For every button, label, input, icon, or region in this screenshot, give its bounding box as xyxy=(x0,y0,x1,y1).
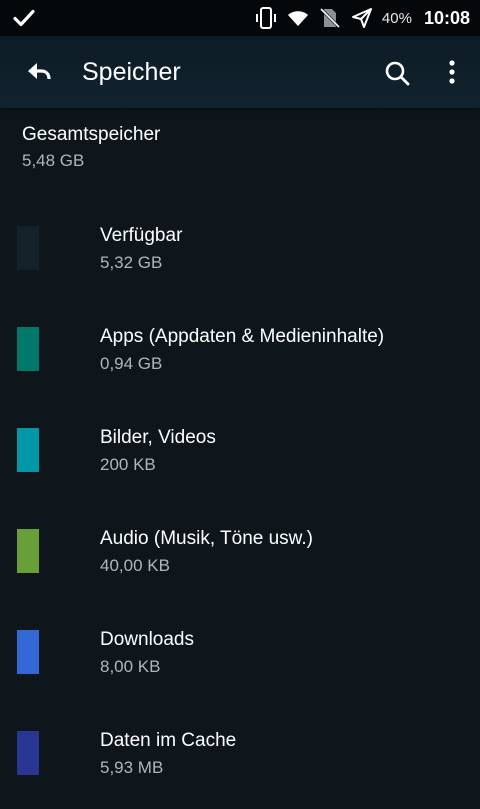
app-bar: Speicher xyxy=(0,36,480,108)
page-title: Speicher xyxy=(82,58,181,86)
category-size: 5,93 MB xyxy=(100,758,164,777)
total-storage: Gesamtspeicher 5,48 GB xyxy=(22,124,160,172)
back-arrow-icon[interactable] xyxy=(26,60,52,84)
storage-category-apps[interactable]: Apps (Appdaten & Medieninhalte) 0,94 GB xyxy=(0,304,480,405)
battery-percentage: 40% xyxy=(381,9,412,27)
category-label: Audio (Musik, Töne usw.) xyxy=(100,528,313,549)
status-icons: 40% 10:08 xyxy=(246,0,470,36)
category-color-swatch xyxy=(17,529,39,573)
category-label: Verfügbar xyxy=(100,225,183,246)
total-storage-label: Gesamtspeicher xyxy=(22,124,161,145)
storage-category-cache[interactable]: Daten im Cache 5,93 MB xyxy=(0,708,480,809)
check-icon xyxy=(13,9,35,27)
total-storage-value: 5,48 GB xyxy=(22,151,85,170)
category-label: Apps (Appdaten & Medieninhalte) xyxy=(100,326,385,347)
status-bar: 40% 10:08 xyxy=(0,0,480,36)
category-label: Daten im Cache xyxy=(100,730,237,751)
storage-category-images-videos[interactable]: Bilder, Videos 200 KB xyxy=(0,405,480,506)
category-size: 0,94 GB xyxy=(100,354,163,373)
airplane-mode-icon xyxy=(351,8,372,28)
category-label: Downloads xyxy=(100,629,194,650)
storage-category-downloads[interactable]: Downloads 8,00 KB xyxy=(0,607,480,708)
storage-category-available[interactable]: Verfügbar 5,32 GB xyxy=(0,203,480,304)
category-label: Bilder, Videos xyxy=(100,427,216,448)
category-color-swatch xyxy=(17,731,39,775)
storage-category-list: Verfügbar 5,32 GB Apps (Appdaten & Medie… xyxy=(0,203,480,809)
clock: 10:08 xyxy=(423,7,470,28)
category-size: 5,32 GB xyxy=(100,253,163,272)
category-size: 8,00 KB xyxy=(100,657,161,676)
category-color-swatch xyxy=(17,226,39,270)
search-icon[interactable] xyxy=(384,60,410,86)
category-color-swatch xyxy=(17,428,39,472)
overflow-menu-icon[interactable] xyxy=(442,58,462,86)
category-size: 40,00 KB xyxy=(100,556,170,575)
category-size: 200 KB xyxy=(100,455,156,474)
no-sim-icon xyxy=(319,7,340,29)
storage-category-audio[interactable]: Audio (Musik, Töne usw.) 40,00 KB xyxy=(0,506,480,607)
category-color-swatch xyxy=(17,327,39,371)
wifi-icon xyxy=(287,11,308,26)
vibrate-icon xyxy=(255,7,276,29)
category-color-swatch xyxy=(17,630,39,674)
